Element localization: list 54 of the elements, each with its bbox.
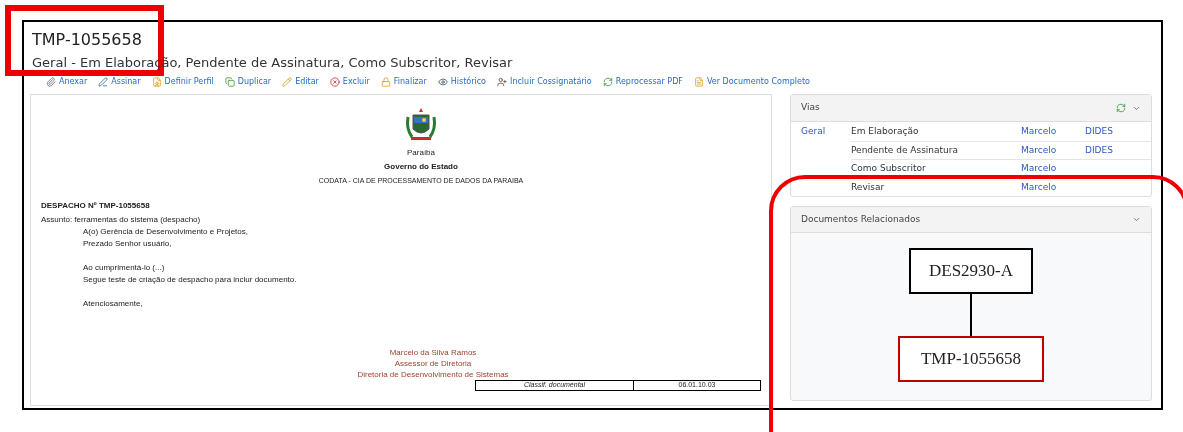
finish-icon xyxy=(380,77,391,87)
toolbar-link[interactable]: Reprocessar PDF xyxy=(602,76,683,88)
dispatch-subject: Assunto: ferramentas do sistema (despacho) xyxy=(41,213,202,226)
document-title: TMP-1055658 xyxy=(31,29,142,51)
signature-line: Assessor de Diretoria xyxy=(394,357,472,369)
toolbar-link[interactable]: Editar xyxy=(282,76,319,88)
cosigner-icon xyxy=(497,77,507,87)
caret-icon[interactable] xyxy=(1132,215,1141,224)
attach-icon xyxy=(46,77,56,87)
toolbar-link[interactable]: Duplicar xyxy=(224,76,272,88)
connector-line xyxy=(970,294,972,336)
signature-line: Diretoria de Desenvolvimento de Sistemas xyxy=(357,368,509,380)
coat-of-arms-icon xyxy=(404,107,438,143)
person-link[interactable]: Marcelo xyxy=(1021,163,1057,173)
document-node[interactable]: TMP-1055658 xyxy=(898,336,1044,382)
status-cell: Como Subscritor xyxy=(851,163,926,173)
profile-icon xyxy=(151,77,162,87)
body-line: Atenciosamente, xyxy=(83,297,144,310)
body-line: A(o) Gerência de Desenvolvimento e Projetos, xyxy=(83,225,249,238)
state-name: Paraíba xyxy=(407,147,435,159)
status-cell: Pendente de Assinatura xyxy=(851,144,959,155)
panel-title: Documentos Relacionados xyxy=(801,212,921,226)
edit-icon xyxy=(282,77,293,87)
toolbar-link[interactable]: Definir Perfil xyxy=(151,76,214,88)
toolbar-link[interactable]: Ver Documento Completo xyxy=(693,76,810,88)
status-cell: Revisar xyxy=(851,181,885,192)
toolbar-link[interactable]: Histórico xyxy=(437,76,486,88)
unit-link[interactable]: DIDES xyxy=(1085,125,1113,136)
refresh-icon[interactable] xyxy=(1116,103,1126,113)
panel-title: Vias xyxy=(801,101,820,115)
via-link[interactable]: Geral xyxy=(801,125,826,136)
unit-link[interactable]: DIDES xyxy=(1085,144,1113,155)
status-cell: Em Elaboração xyxy=(851,125,919,136)
document-node[interactable]: DES2930-A xyxy=(909,248,1033,294)
body-line: Ao cumprimentá-lo (...) xyxy=(83,261,166,274)
view-icon xyxy=(693,77,704,87)
sign-icon xyxy=(98,77,109,87)
dispatch-number: DESPACHO Nº TMP-1055658 xyxy=(41,199,151,212)
toolbar-link[interactable]: Finalizar xyxy=(380,76,427,88)
person-link[interactable]: Marcelo xyxy=(1021,144,1057,155)
signature-line: Marcelo da Silva Ramos xyxy=(389,346,477,358)
delete-icon xyxy=(329,77,340,87)
government-name: Governo do Estado xyxy=(384,161,458,173)
body-line: Prezado Senhor usuário, xyxy=(83,237,173,250)
body-line: Segue teste de criação de despacho para inclur documento. xyxy=(83,273,298,286)
toolbar-link[interactable]: Anexar xyxy=(46,76,88,88)
history-icon xyxy=(437,77,448,87)
duplicate-icon xyxy=(224,77,235,87)
toolbar-link[interactable]: Incluir Cossignatário xyxy=(497,76,592,88)
person-link[interactable]: Marcelo xyxy=(1021,181,1057,192)
reprocess-icon xyxy=(602,77,613,87)
toolbar-link[interactable]: Assinar xyxy=(98,76,141,88)
toolbar-link[interactable]: Excluir xyxy=(329,76,370,88)
person-link[interactable]: Marcelo xyxy=(1021,125,1057,136)
